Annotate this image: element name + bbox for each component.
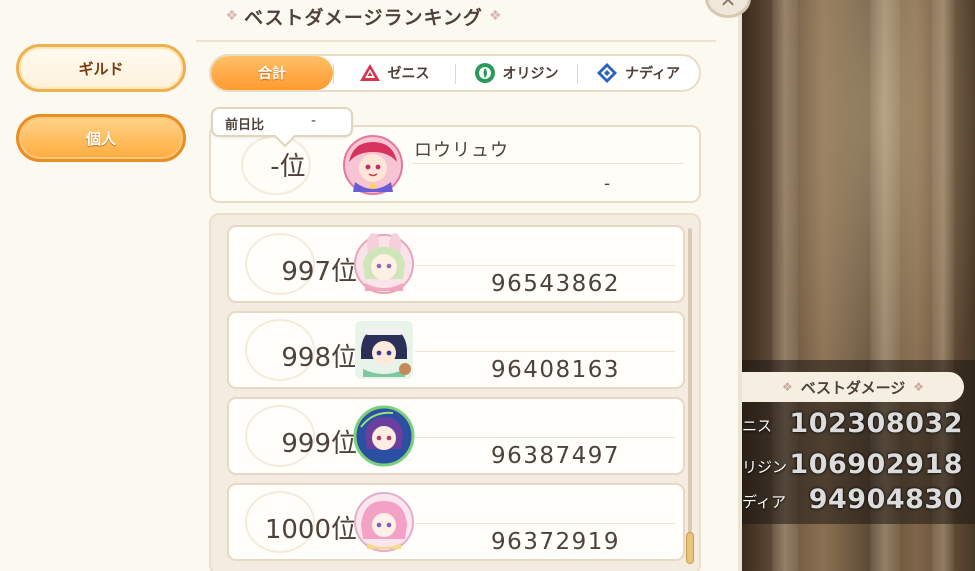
ranking-row[interactable]: 999位 96387497 xyxy=(227,397,685,475)
tab-total-label: 合計 xyxy=(258,66,286,82)
tab-origin-label: オリジン xyxy=(502,66,559,82)
personal-mode-button[interactable]: 個人 xyxy=(16,114,186,162)
name-divider xyxy=(412,163,684,164)
rank-number: 998位 xyxy=(281,343,357,373)
score-divider xyxy=(415,437,675,438)
ranking-row[interactable]: 1000位 96372919 xyxy=(227,483,685,561)
prev-day-tooltip: 前日比 - xyxy=(211,107,353,137)
prev-day-label: 前日比 xyxy=(225,118,265,133)
rank-number: 997位 xyxy=(281,257,357,287)
page-title: ベストダメージランキング xyxy=(244,6,483,29)
guild-mode-label: ギルド xyxy=(78,59,124,78)
best-damage-label: ニス xyxy=(742,417,773,435)
score-divider xyxy=(415,265,675,266)
tab-total[interactable]: 合計 xyxy=(211,56,333,90)
rank-score: 96372919 xyxy=(491,529,621,555)
scrollbar-thumb[interactable] xyxy=(686,532,694,564)
rank-score: 96387497 xyxy=(491,443,621,469)
tab-zenith[interactable]: ゼニス xyxy=(333,56,455,90)
rank-score: 96408163 xyxy=(491,357,621,383)
my-score: - xyxy=(604,174,611,194)
guild-mode-button[interactable]: ギルド xyxy=(16,44,186,92)
ornament-icon: ❖ xyxy=(781,380,793,394)
pink-haired-girl-avatar[interactable] xyxy=(353,491,415,553)
dark-haired-boy-avatar[interactable] xyxy=(353,319,415,381)
best-damage-title: ベストダメージ xyxy=(800,378,906,397)
best-damage-value: 102308032 xyxy=(789,408,963,439)
best-damage-value: 106902918 xyxy=(789,449,963,480)
score-divider xyxy=(415,351,675,352)
best-damage-row: ディア 94904830 xyxy=(742,484,967,518)
purple-haired-girl-avatar[interactable] xyxy=(353,405,415,467)
best-damage-header: ❖ ベストダメージ ❖ xyxy=(742,372,964,402)
rank-score: 96543862 xyxy=(491,271,621,297)
rank-number: 1000位 xyxy=(264,515,357,545)
tab-origin[interactable]: オリジン xyxy=(455,56,577,90)
title-divider xyxy=(196,40,716,42)
ranking-row[interactable]: 998位 96408163 xyxy=(227,311,685,389)
ornament-icon: ❖ xyxy=(225,8,239,24)
best-damage-row: ニス 102308032 xyxy=(742,408,967,442)
personal-mode-label: 個人 xyxy=(85,129,116,148)
close-icon: ✕ xyxy=(719,0,737,12)
rank-number: 999位 xyxy=(281,429,357,459)
best-damage-label: リジン xyxy=(742,458,788,476)
best-damage-label: ディア xyxy=(742,493,786,511)
prev-day-value: - xyxy=(311,113,317,129)
best-damage-value: 94904830 xyxy=(808,484,963,515)
my-rank: -位 xyxy=(270,152,306,182)
nadia-icon xyxy=(596,62,618,84)
boss-tab-bar: 合計 ゼニス オリジン ナディア xyxy=(209,54,701,92)
origin-icon xyxy=(474,62,496,84)
my-player-name: ロウリュウ xyxy=(414,140,509,161)
tab-nadia-label: ナディア xyxy=(624,66,681,82)
scrollbar-track[interactable] xyxy=(688,228,692,564)
bunny-ears-girl-avatar[interactable] xyxy=(353,233,415,295)
panel-title: ❖ ベストダメージランキング ❖ xyxy=(196,2,531,30)
ranking-row[interactable]: 997位 96543862 xyxy=(227,225,685,303)
zenith-icon xyxy=(359,63,381,83)
ornament-icon: ❖ xyxy=(488,8,502,24)
tab-zenith-label: ゼニス xyxy=(387,66,430,82)
best-damage-row: リジン 106902918 xyxy=(742,449,967,483)
score-divider xyxy=(415,523,675,524)
tab-nadia[interactable]: ナディア xyxy=(577,56,699,90)
ornament-icon: ❖ xyxy=(913,380,925,394)
my-avatar[interactable] xyxy=(341,134,405,196)
